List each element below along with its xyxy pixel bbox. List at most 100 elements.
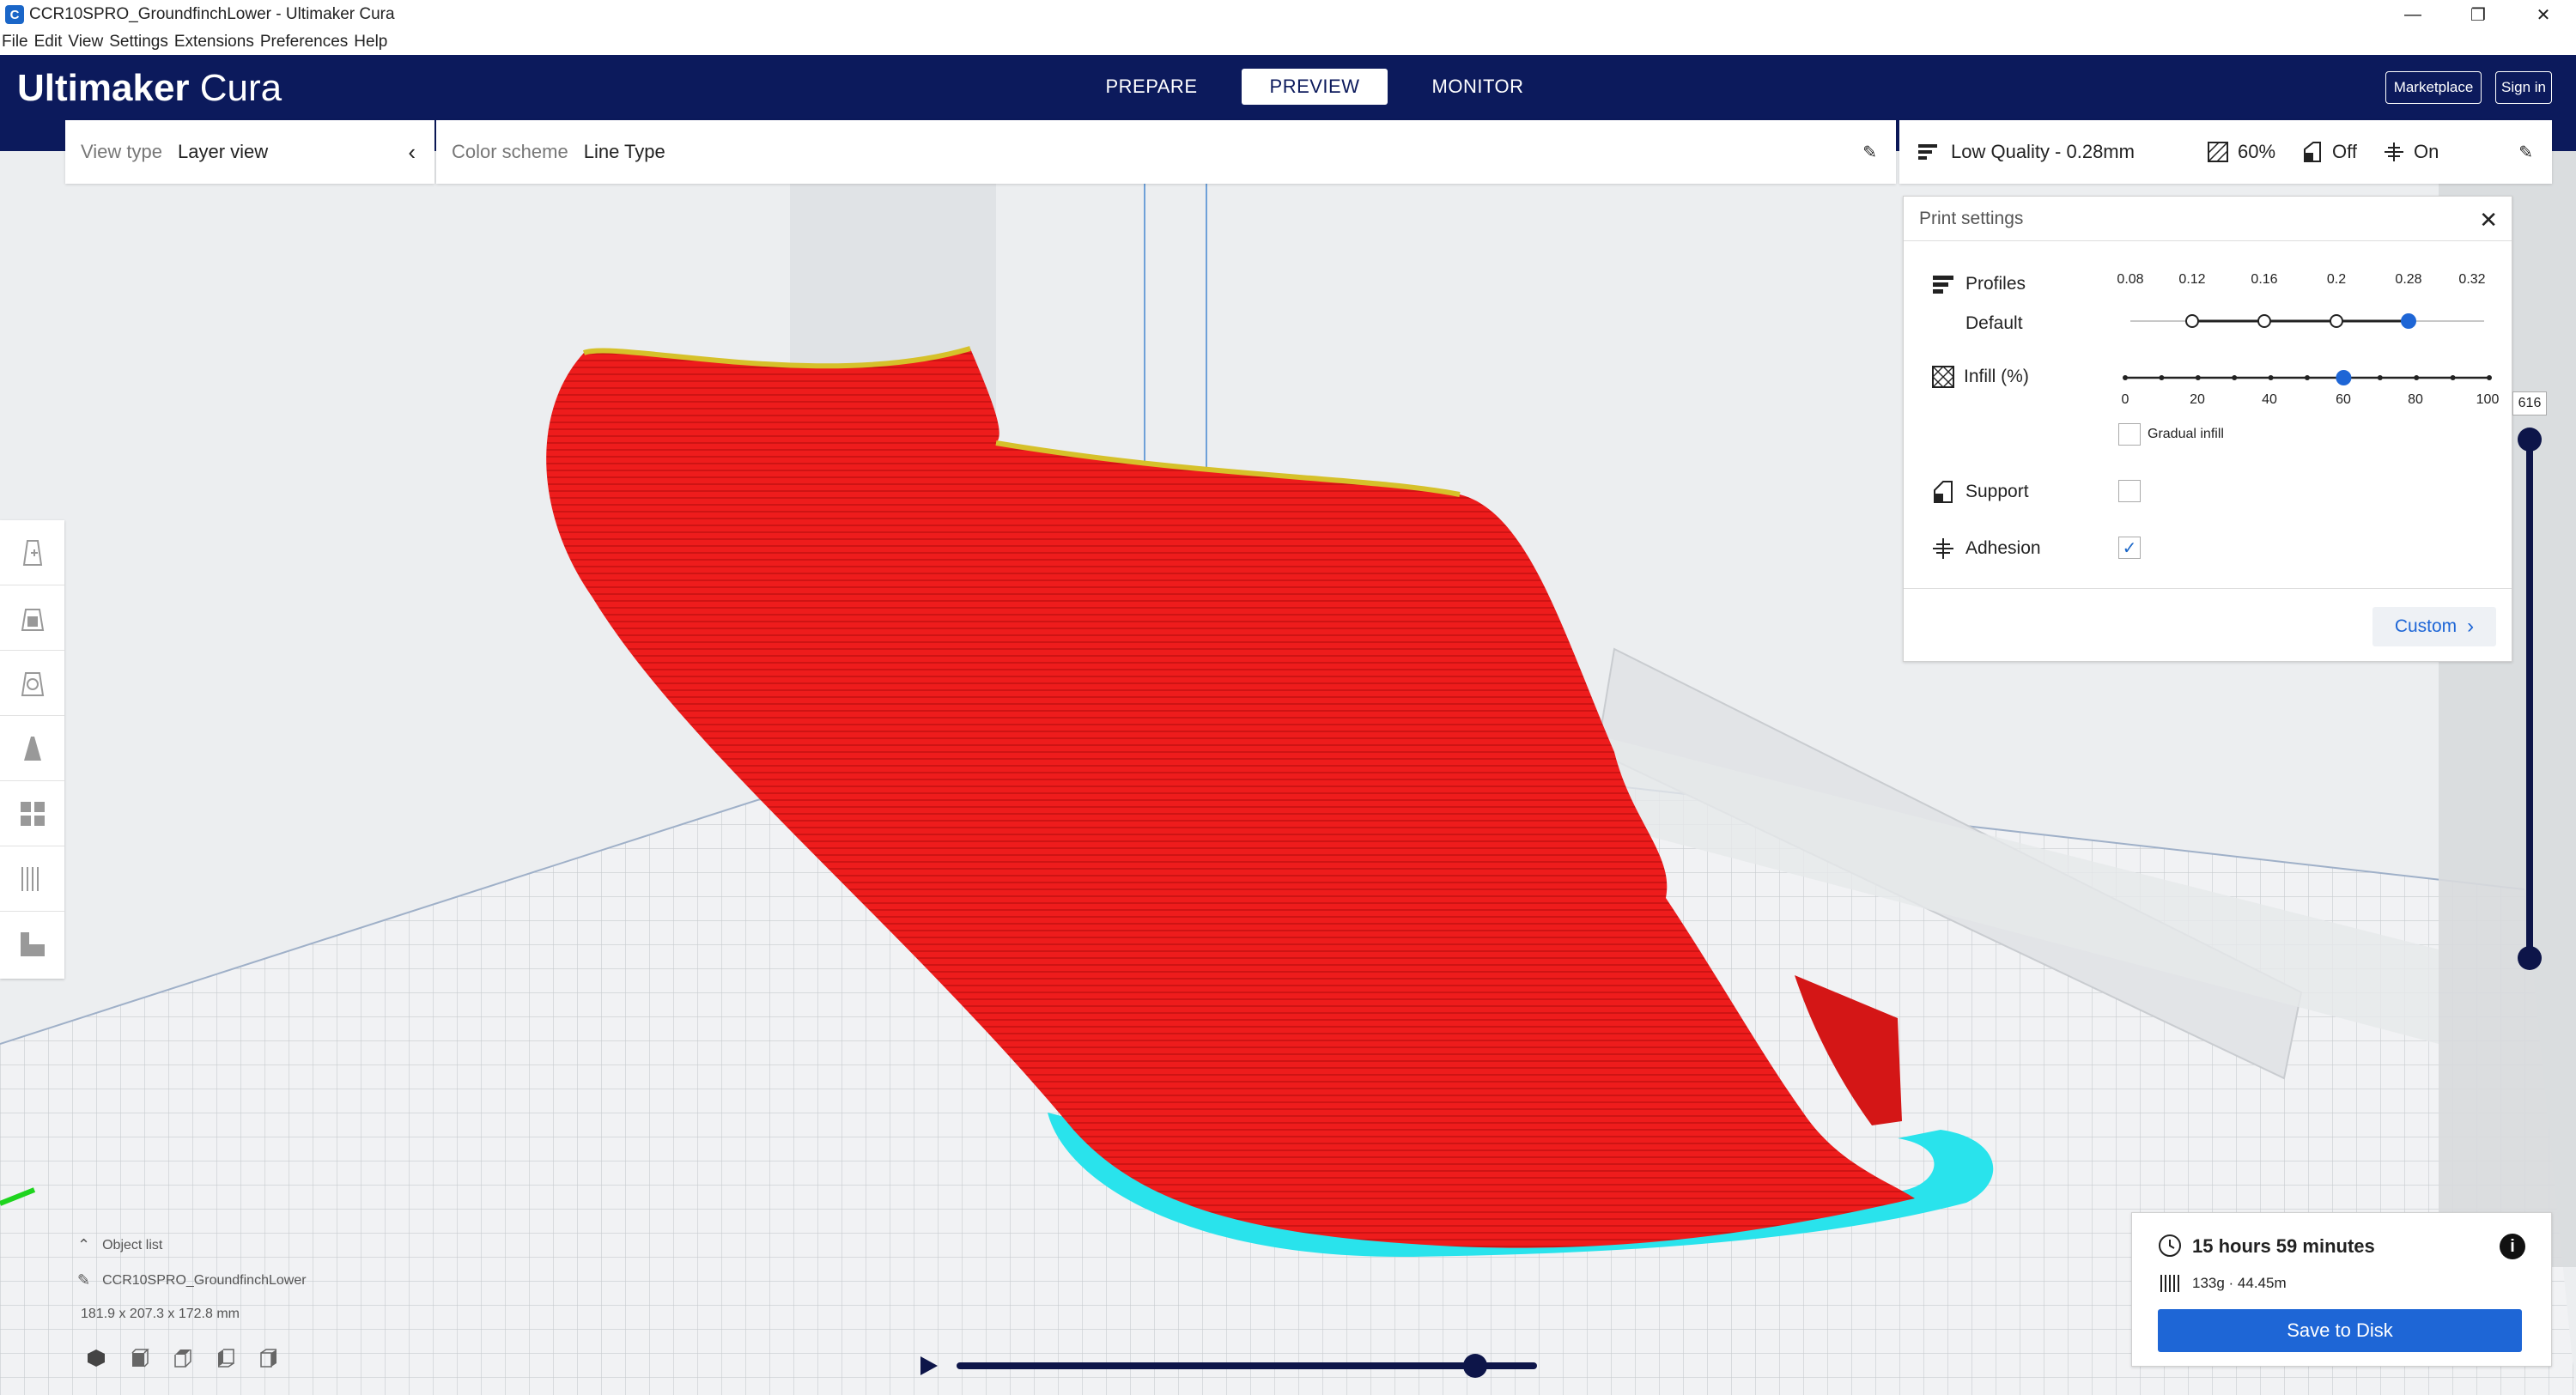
- view-type-label: View type: [81, 141, 162, 162]
- sign-in-button[interactable]: Sign in: [2495, 71, 2552, 104]
- profile-name: Low Quality - 0.28mm: [1951, 141, 2135, 162]
- layer-slider-track: [2526, 436, 2533, 960]
- tab-monitor[interactable]: MONITOR: [1405, 69, 1551, 105]
- infill-tick: 40: [2262, 392, 2277, 407]
- infill-tick: 100: [2476, 392, 2500, 407]
- support-icon: [2301, 141, 2324, 163]
- left-view-icon[interactable]: [215, 1348, 235, 1368]
- 3d-view-icon[interactable]: [86, 1348, 106, 1368]
- object-name[interactable]: CCR10SPRO_GroundfinchLower: [102, 1273, 306, 1289]
- infill-tick: 20: [2190, 392, 2205, 407]
- infill-step-dot: [2414, 375, 2420, 380]
- infill-step-dot: [2232, 375, 2238, 380]
- slider-stop[interactable]: [2185, 314, 2199, 328]
- top-view-icon[interactable]: [172, 1348, 192, 1368]
- infill-step-dot: [2305, 375, 2310, 380]
- infill-icon: [1932, 366, 1954, 388]
- max-layer-value[interactable]: 616: [2512, 391, 2547, 415]
- chevron-up-icon[interactable]: ⌃: [77, 1236, 90, 1254]
- move-tool-button[interactable]: [0, 520, 64, 585]
- menu-view[interactable]: View: [68, 33, 103, 52]
- clock-icon: [2159, 1234, 2181, 1257]
- print-time: 15 hours 59 minutes: [2192, 1235, 2375, 1257]
- cura-app-icon: C: [5, 5, 24, 24]
- adhesion-checkbox[interactable]: ✓: [2118, 537, 2141, 559]
- print-setup-bar[interactable]: Low Quality - 0.28mm 60% Off On ✎: [1899, 120, 2552, 184]
- adhesion-icon: [1933, 538, 1953, 559]
- support-blocker-icon: [21, 866, 39, 891]
- front-view-icon[interactable]: [129, 1348, 149, 1368]
- custom-button[interactable]: Custom ›: [2372, 607, 2496, 646]
- custom-button-label: Custom: [2394, 616, 2458, 636]
- infill-step-dot: [2123, 375, 2128, 380]
- profiles-icon: [1933, 276, 1953, 294]
- infill-step-dot: [2487, 375, 2492, 380]
- slider-stop[interactable]: [2330, 314, 2343, 328]
- adhesion-label: Adhesion: [1965, 538, 2041, 558]
- brand-bold: Ultimaker: [17, 67, 190, 109]
- layer-height-handle[interactable]: [2401, 313, 2416, 329]
- close-window-button[interactable]: ✕: [2511, 0, 2576, 29]
- color-scheme-selector[interactable]: Color scheme Line Type ✎: [436, 120, 1896, 184]
- simulation-handle[interactable]: [1463, 1354, 1487, 1378]
- menu-help[interactable]: Help: [354, 33, 387, 52]
- pencil-icon[interactable]: ✎: [1862, 142, 1877, 163]
- layer-height-tick: 0.2: [2326, 272, 2347, 287]
- support-checkbox[interactable]: [2118, 480, 2141, 502]
- menu-file[interactable]: File: [2, 33, 28, 52]
- window-titlebar: C CCR10SPRO_GroundfinchLower - Ultimaker…: [0, 0, 2576, 29]
- adhesion-value: On: [2413, 141, 2439, 162]
- per-model-settings-icon: [20, 801, 45, 826]
- menubar: File Edit View Settings Extensions Prefe…: [0, 29, 2576, 55]
- layer-height-slider[interactable]: [2118, 308, 2496, 334]
- info-icon[interactable]: i: [2500, 1234, 2525, 1259]
- simulation-track[interactable]: [957, 1362, 1537, 1369]
- pencil-icon: ✎: [77, 1271, 91, 1289]
- camera-view-buttons: [86, 1348, 307, 1368]
- material-usage: 133g · 44.45m: [2192, 1275, 2287, 1291]
- play-icon[interactable]: [915, 1353, 941, 1379]
- left-toolbar: [0, 520, 64, 979]
- layer-slider[interactable]: 616: [2509, 388, 2555, 972]
- tab-prepare[interactable]: PREPARE: [1078, 69, 1224, 105]
- infill-tick: 80: [2408, 392, 2423, 407]
- gradual-infill-checkbox[interactable]: [2118, 423, 2141, 446]
- restore-button[interactable]: ❐: [2445, 0, 2511, 29]
- layer-slider-bottom-handle[interactable]: [2518, 946, 2542, 970]
- minimize-button[interactable]: —: [2380, 0, 2445, 29]
- lay-flat-button[interactable]: [0, 912, 64, 977]
- color-scheme-label: Color scheme: [452, 141, 568, 162]
- window-title: CCR10SPRO_GroundfinchLower - Ultimaker C…: [29, 5, 395, 23]
- pencil-icon[interactable]: ✎: [2518, 142, 2533, 163]
- view-type-selector[interactable]: View type Layer view ‹: [65, 120, 434, 184]
- print-info-panel: 15 hours 59 minutes i 133g · 44.45m Save…: [2131, 1212, 2552, 1367]
- menu-extensions[interactable]: Extensions: [174, 33, 254, 52]
- object-list-label[interactable]: Object list: [102, 1238, 162, 1253]
- save-to-disk-button[interactable]: Save to Disk: [2158, 1309, 2522, 1352]
- menu-preferences[interactable]: Preferences: [260, 33, 348, 52]
- layer-slider-top-handle[interactable]: [2518, 428, 2542, 452]
- infill-handle[interactable]: [2336, 370, 2352, 385]
- infill-tick: 0: [2121, 392, 2129, 407]
- mirror-icon: [23, 736, 41, 761]
- right-view-icon[interactable]: [258, 1348, 278, 1368]
- chevron-left-icon[interactable]: ‹: [408, 139, 416, 166]
- support-blocker-button[interactable]: [0, 846, 64, 912]
- scale-tool-button[interactable]: [0, 585, 64, 651]
- menu-edit[interactable]: Edit: [34, 33, 63, 52]
- infill-slider[interactable]: [2118, 365, 2496, 391]
- layer-height-tick: 0.28: [2395, 272, 2422, 287]
- layer-height-tick: 0.12: [2178, 272, 2206, 287]
- tab-preview[interactable]: PREVIEW: [1242, 69, 1388, 105]
- gradual-infill-label: Gradual infill: [2148, 427, 2224, 441]
- rotate-tool-button[interactable]: [0, 651, 64, 716]
- adhesion-icon: [2383, 141, 2405, 163]
- marketplace-button[interactable]: Marketplace: [2385, 71, 2482, 104]
- menu-settings[interactable]: Settings: [109, 33, 168, 52]
- close-icon[interactable]: ✕: [2479, 207, 2498, 234]
- slider-stop[interactable]: [2257, 314, 2271, 328]
- per-model-settings-button[interactable]: [0, 781, 64, 846]
- move-icon: [22, 539, 42, 566]
- mirror-tool-button[interactable]: [0, 716, 64, 781]
- scale-icon: [21, 608, 44, 631]
